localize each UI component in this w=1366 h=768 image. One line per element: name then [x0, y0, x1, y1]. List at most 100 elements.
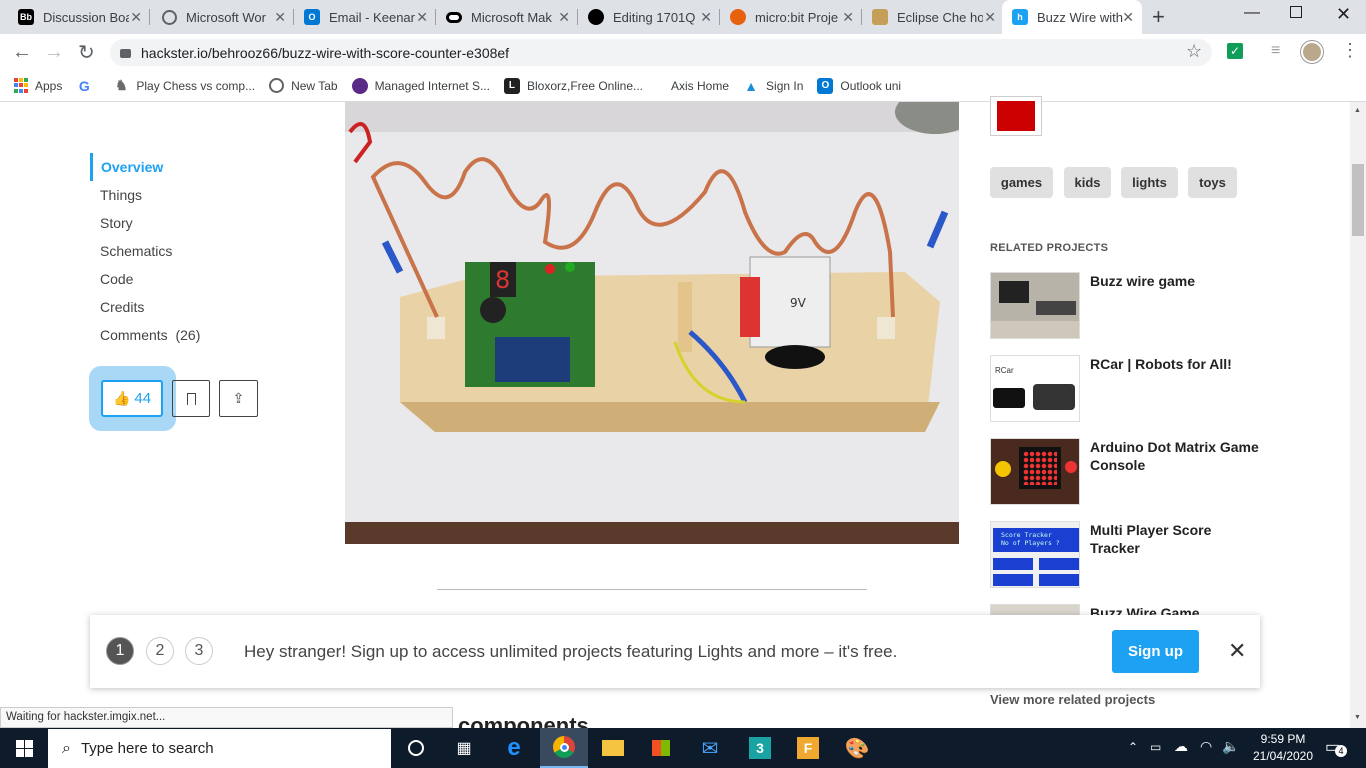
- bookmark-axis-home[interactable]: Axis Home: [671, 79, 729, 93]
- share-button[interactable]: ⇪: [219, 380, 258, 417]
- close-tab-icon[interactable]: ✕: [274, 9, 286, 26]
- paint-palette-icon: 🎨: [844, 737, 870, 760]
- taskbar-search-box[interactable]: ⌕ Type here to search: [48, 729, 391, 768]
- address-bar[interactable]: hackster.io/behrooz66/buzz-wire-with-sco…: [110, 39, 1212, 66]
- notification-center-button[interactable]: ▭ 4: [1325, 737, 1349, 759]
- taskbar-file-explorer[interactable]: [589, 728, 637, 768]
- bookmark-icon: [186, 392, 196, 405]
- bookmark-outlook[interactable]: O Outlook uni: [817, 77, 901, 94]
- show-hidden-icons[interactable]: ⌃: [1128, 740, 1138, 754]
- related-project-card[interactable]: Buzz wire game: [990, 272, 1260, 342]
- reload-button[interactable]: ↻: [78, 40, 95, 65]
- lock-icon: [120, 49, 131, 58]
- signup-button[interactable]: Sign up: [1112, 630, 1199, 673]
- bookmark-bloxorz[interactable]: L Bloxorz,Free Online...: [503, 77, 643, 94]
- new-tab-button[interactable]: +: [1152, 4, 1165, 30]
- start-button[interactable]: [0, 728, 48, 768]
- taskbar-store[interactable]: [637, 728, 685, 768]
- related-project-card[interactable]: RCar RCar | Robots for All!: [990, 355, 1260, 425]
- chrome-icon: [553, 736, 575, 758]
- tab-title: Buzz Wire with: [1037, 9, 1123, 25]
- windows-logo-icon: [15, 739, 33, 757]
- tab-microbit[interactable]: micro:bit Proje ✕: [720, 0, 862, 34]
- cortana-button[interactable]: [392, 728, 440, 768]
- github-icon: [588, 9, 604, 25]
- close-tab-icon[interactable]: ✕: [700, 9, 712, 26]
- nav-comments-label: Comments: [100, 327, 168, 343]
- nav-story[interactable]: Story: [90, 209, 290, 237]
- related-project-card[interactable]: Score Tracker No of Players ? Multi Play…: [990, 521, 1260, 591]
- bookmark-label: Apps: [35, 78, 63, 93]
- tab-title: Microsoft Wor: [186, 9, 266, 25]
- taskbar-edge[interactable]: e: [490, 728, 538, 768]
- bookmark-sign-in[interactable]: ▲ Sign In: [743, 78, 803, 94]
- tag-lights[interactable]: lights: [1121, 167, 1178, 198]
- bookmark-chess[interactable]: ♞ Play Chess vs comp...: [113, 77, 255, 94]
- bookmark-managed-internet[interactable]: Managed Internet S...: [351, 77, 490, 94]
- scrollbar-thumb[interactable]: [1352, 164, 1364, 236]
- nav-things[interactable]: Things: [90, 181, 290, 209]
- close-tab-icon[interactable]: ✕: [1122, 9, 1134, 26]
- related-project-card[interactable]: Arduino Dot Matrix Game Console: [990, 438, 1260, 508]
- tab-github[interactable]: Editing 1701Q ✕: [578, 0, 720, 34]
- view-more-related-link[interactable]: View more related projects: [990, 692, 1155, 707]
- related-project-thumbnail: [990, 272, 1080, 339]
- taskbar-mail[interactable]: ✉: [686, 728, 734, 768]
- taskbar-clock[interactable]: 9:59 PM 21/04/2020: [1250, 731, 1316, 765]
- battery-icon[interactable]: ▭: [1150, 740, 1161, 754]
- bookmark-button[interactable]: [172, 380, 210, 417]
- close-window-button[interactable]: ✕: [1336, 4, 1351, 25]
- bookmark-new-tab[interactable]: New Tab: [269, 78, 338, 93]
- menu-kebab-icon[interactable]: ⋮: [1341, 40, 1359, 61]
- task-view-button[interactable]: ▦: [440, 728, 488, 768]
- onedrive-icon[interactable]: ☁: [1174, 738, 1188, 755]
- close-tab-icon[interactable]: ✕: [984, 9, 996, 26]
- nav-overview[interactable]: Overview: [90, 153, 290, 181]
- tab-eclipse-che[interactable]: Eclipse Che ho ✕: [862, 0, 1004, 34]
- maximize-button[interactable]: [1290, 6, 1302, 18]
- taskbar-app-3d[interactable]: 3: [736, 728, 784, 768]
- bookmark-google[interactable]: G: [76, 78, 99, 94]
- bookmark-label: New Tab: [291, 78, 338, 93]
- volume-icon[interactable]: 🔈: [1222, 738, 1239, 755]
- close-tab-icon[interactable]: ✕: [558, 9, 570, 26]
- globe-icon: [162, 9, 177, 25]
- nav-code[interactable]: Code: [90, 265, 290, 293]
- page-scrollbar[interactable]: ▲ ▼: [1350, 102, 1366, 728]
- taskbar-paint[interactable]: 🎨: [833, 728, 881, 768]
- close-tab-icon[interactable]: ✕: [416, 9, 428, 26]
- tab-microsoft-makecode[interactable]: Microsoft Mak ✕: [436, 0, 578, 34]
- wifi-icon[interactable]: ◠: [1200, 738, 1212, 755]
- tab-microsoft-word[interactable]: Microsoft Wor ✕: [152, 0, 294, 34]
- tab-email[interactable]: O Email - Keenan ✕: [294, 0, 436, 34]
- close-tab-icon[interactable]: ✕: [130, 9, 142, 26]
- tab-title: Email - Keenan: [329, 9, 415, 25]
- profile-avatar[interactable]: [1301, 41, 1323, 63]
- tag-games[interactable]: games: [990, 167, 1053, 198]
- bookmark-star-icon[interactable]: ☆: [1186, 41, 1202, 62]
- close-banner-icon[interactable]: ✕: [1228, 638, 1246, 664]
- back-button[interactable]: ←: [12, 41, 32, 64]
- taskbar-chrome[interactable]: [540, 728, 588, 768]
- close-tab-icon[interactable]: ✕: [842, 9, 854, 26]
- taskbar-app-f[interactable]: F: [784, 728, 832, 768]
- tab-discussion-board[interactable]: Bb Discussion Boa ✕: [8, 0, 150, 34]
- scroll-down-arrow-icon[interactable]: ▼: [1354, 714, 1361, 721]
- partner-logo[interactable]: [990, 96, 1042, 136]
- nav-credits[interactable]: Credits: [90, 293, 290, 321]
- tab-buzz-wire[interactable]: h Buzz Wire with ✕: [1002, 0, 1142, 34]
- tag-toys[interactable]: toys: [1188, 167, 1237, 198]
- like-button[interactable]: 👍 44: [101, 380, 163, 417]
- step-2-indicator: 2: [146, 637, 174, 665]
- chess-icon: ♞: [115, 77, 128, 93]
- reading-list-icon[interactable]: ≡: [1271, 42, 1280, 60]
- bookmark-apps[interactable]: Apps: [14, 77, 63, 94]
- sign-in-icon: ▲: [744, 77, 758, 94]
- scroll-up-arrow-icon[interactable]: ▲: [1354, 107, 1361, 114]
- forward-button[interactable]: →: [44, 41, 64, 64]
- tag-kids[interactable]: kids: [1064, 167, 1111, 198]
- nav-schematics[interactable]: Schematics: [90, 237, 290, 265]
- extension-check-icon[interactable]: ✓: [1227, 43, 1243, 59]
- minimize-button[interactable]: —: [1244, 4, 1260, 22]
- nav-comments[interactable]: Comments (26): [90, 321, 290, 349]
